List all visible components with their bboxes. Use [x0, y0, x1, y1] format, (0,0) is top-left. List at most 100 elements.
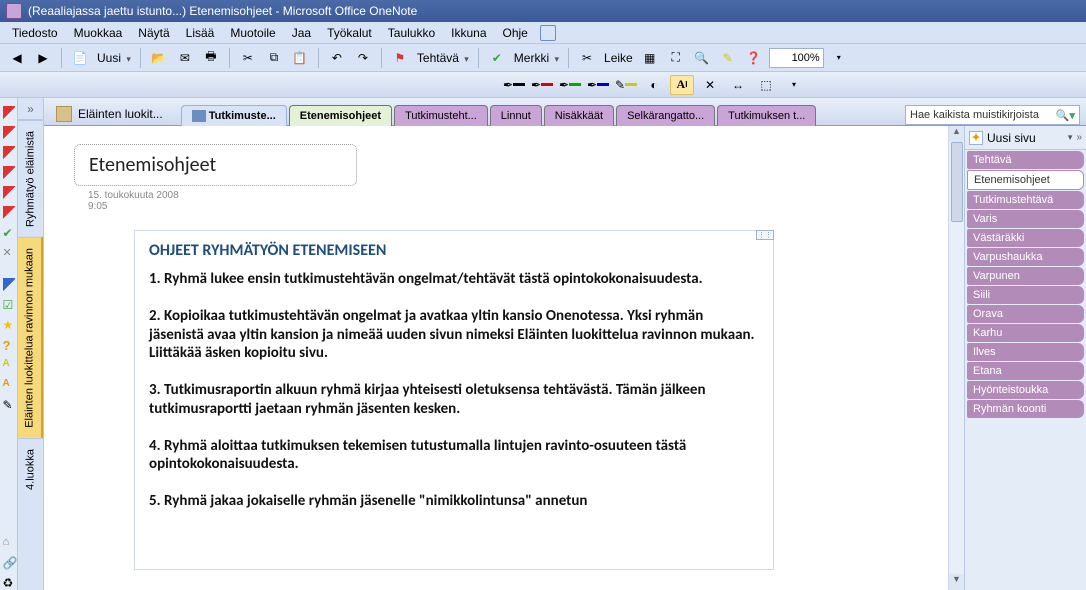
- section-tab-etenemisohjeet[interactable]: Etenemisohjeet: [289, 105, 392, 126]
- vtab-4luokka[interactable]: 4.luokka: [18, 438, 43, 500]
- format-overflow[interactable]: ▾: [782, 75, 806, 95]
- flag-check-icon[interactable]: ✔: [3, 226, 15, 240]
- section-tab-tutkimusteht[interactable]: Tutkimusteht...: [394, 105, 488, 126]
- note-drag-handle[interactable]: ⋮⋮: [756, 230, 774, 240]
- chevron-down-icon[interactable]: ▾: [1068, 132, 1073, 143]
- page-tab[interactable]: Varis: [967, 210, 1084, 228]
- page-tab[interactable]: Västäräkki: [967, 229, 1084, 247]
- home-icon[interactable]: ⌂: [3, 536, 15, 550]
- space-button[interactable]: ↔: [726, 75, 750, 95]
- page-tab[interactable]: Siili: [967, 286, 1084, 304]
- expand-pagelist-icon[interactable]: »: [1076, 132, 1082, 143]
- help-balloon-icon[interactable]: ❓: [743, 47, 765, 69]
- pen-black[interactable]: ✒: [502, 75, 526, 95]
- flag-red-icon[interactable]: [3, 106, 15, 120]
- flag-blue-icon[interactable]: [3, 278, 15, 292]
- section-tab-nisakkaat[interactable]: Nisäkkäät: [544, 105, 614, 126]
- zoom-input[interactable]: [769, 48, 824, 68]
- flag-question-icon[interactable]: ?: [3, 338, 15, 352]
- pen-green[interactable]: ✒: [558, 75, 582, 95]
- menu-file[interactable]: Tiedosto: [6, 24, 64, 42]
- page-title-frame[interactable]: Etenemisohjeet: [74, 144, 357, 186]
- search-input[interactable]: Hae kaikista muistikirjoista 🔍▾: [905, 105, 1080, 125]
- flag-red-icon[interactable]: [3, 146, 15, 160]
- clip-button[interactable]: Leike: [602, 51, 635, 65]
- flag-icon[interactable]: ⚑: [389, 47, 411, 69]
- menu-view[interactable]: Näytä: [132, 24, 175, 42]
- flag-aa-yellow-icon[interactable]: A: [3, 358, 15, 372]
- expand-nav-button[interactable]: »: [18, 98, 43, 120]
- flag-pencil-icon[interactable]: ✎: [3, 398, 15, 412]
- flag-aa-orange-icon[interactable]: A: [3, 378, 15, 392]
- doc-body[interactable]: 1. Ryhmä lukee ensin tutkimustehtävän on…: [149, 270, 759, 511]
- recycle-icon[interactable]: ♻: [3, 576, 15, 590]
- page-tab[interactable]: Karhu: [967, 324, 1084, 342]
- menu-insert[interactable]: Lisää: [180, 24, 221, 42]
- table-button[interactable]: ▦: [639, 47, 661, 69]
- vtab-ryhmatyo[interactable]: Ryhmätyö eläimistä: [18, 120, 43, 237]
- menu-share[interactable]: Jaa: [286, 24, 317, 42]
- new-button[interactable]: Uusi: [95, 51, 133, 65]
- page-tab[interactable]: Ilves: [967, 343, 1084, 361]
- undo-button[interactable]: ↶: [326, 47, 348, 69]
- section-tab-linnut[interactable]: Linnut: [490, 105, 542, 126]
- para-2[interactable]: 2. Kopioikaa tutkimustehtävän ongelmat j…: [149, 307, 759, 363]
- para-1[interactable]: 1. Ryhmä lukee ensin tutkimustehtävän on…: [149, 270, 759, 289]
- flag-red-icon[interactable]: [3, 166, 15, 180]
- page-tab[interactable]: Ryhmän koonti: [967, 400, 1084, 418]
- page-tab[interactable]: Tutkimustehtävä: [967, 191, 1084, 209]
- link-icon[interactable]: 🔗: [3, 556, 15, 570]
- pen-blue[interactable]: ✒: [586, 75, 610, 95]
- redo-button[interactable]: ↷: [352, 47, 374, 69]
- section-tab-selkarangatto[interactable]: Selkärangatto...: [616, 105, 715, 126]
- copy-button[interactable]: ⧉: [263, 47, 285, 69]
- help-icon[interactable]: [540, 25, 556, 41]
- flag-red-icon[interactable]: [3, 186, 15, 200]
- page-tab[interactable]: Etenemisohjeet: [967, 170, 1084, 190]
- para-4[interactable]: 4. Ryhmä aloittaa tutkimuksen tekemisen …: [149, 437, 759, 475]
- search-icon[interactable]: 🔍▾: [1056, 109, 1075, 122]
- select-text-button[interactable]: AI: [670, 75, 694, 95]
- toolbar-overflow[interactable]: ▾: [828, 47, 850, 69]
- page-tab[interactable]: Hyönteistoukka: [967, 381, 1084, 399]
- open-button[interactable]: 📂: [148, 47, 170, 69]
- menu-tools[interactable]: Työkalut: [321, 24, 378, 42]
- mail-button[interactable]: ✉: [174, 47, 196, 69]
- vtab-elainten-luokittelua[interactable]: Eläinten luokittelua ravinnon mukaan: [18, 237, 43, 438]
- paste-button[interactable]: 📋: [289, 47, 311, 69]
- page-tab[interactable]: Etana: [967, 362, 1084, 380]
- scroll-down-button[interactable]: ▼: [949, 574, 964, 590]
- clip-icon[interactable]: ✂: [576, 47, 598, 69]
- flag-red-icon[interactable]: [3, 206, 15, 220]
- page-tab[interactable]: Tehtävä: [967, 151, 1084, 169]
- page-scroll[interactable]: Etenemisohjeet 15. toukokuuta 2008 9:05 …: [44, 126, 948, 590]
- menu-help[interactable]: Ohje: [497, 24, 534, 42]
- back-button[interactable]: ◀: [6, 47, 28, 69]
- para-3[interactable]: 3. Tutkimusraportin alkuun ryhmä kirjaa …: [149, 381, 759, 419]
- fullscreen-button[interactable]: ⛶: [665, 47, 687, 69]
- flag-x-icon[interactable]: ✕: [3, 246, 15, 260]
- scroll-thumb[interactable]: [951, 142, 963, 222]
- flag-star-icon[interactable]: ★: [3, 318, 15, 332]
- lasso-button[interactable]: ⬚: [754, 75, 778, 95]
- para-5[interactable]: 5. Ryhmä jakaa jokaiselle ryhmän jäsenel…: [149, 492, 759, 511]
- mark-button[interactable]: Merkki: [512, 51, 561, 65]
- eraser[interactable]: ◐: [642, 75, 666, 95]
- mark-check-icon[interactable]: ✔: [486, 47, 508, 69]
- new-dropdown-icon[interactable]: 📄: [69, 47, 91, 69]
- flag-checkbox-icon[interactable]: ☑: [3, 298, 15, 312]
- highlighter-yellow[interactable]: ✎: [614, 75, 638, 95]
- notebook-header[interactable]: Eläinten luokit...: [50, 103, 173, 125]
- doc-heading[interactable]: OHJEET RYHMÄTYÖN ETENEMISEEN: [149, 241, 759, 260]
- section-group-tutkimuste[interactable]: Tutkimuste...: [181, 105, 287, 126]
- page-title[interactable]: Etenemisohjeet: [89, 153, 216, 177]
- menu-window[interactable]: Ikkuna: [445, 24, 492, 42]
- vertical-scrollbar[interactable]: ▲ ▼: [948, 126, 964, 590]
- menu-table[interactable]: Taulukko: [382, 24, 441, 42]
- delete-button[interactable]: ✕: [698, 75, 722, 95]
- cut-button[interactable]: ✂: [237, 47, 259, 69]
- find-button[interactable]: 🔍: [691, 47, 713, 69]
- section-tab-tutkimuksen[interactable]: Tutkimuksen t...: [717, 105, 816, 126]
- highlight-button[interactable]: ✎: [717, 47, 739, 69]
- page-tab[interactable]: Varpunen: [967, 267, 1084, 285]
